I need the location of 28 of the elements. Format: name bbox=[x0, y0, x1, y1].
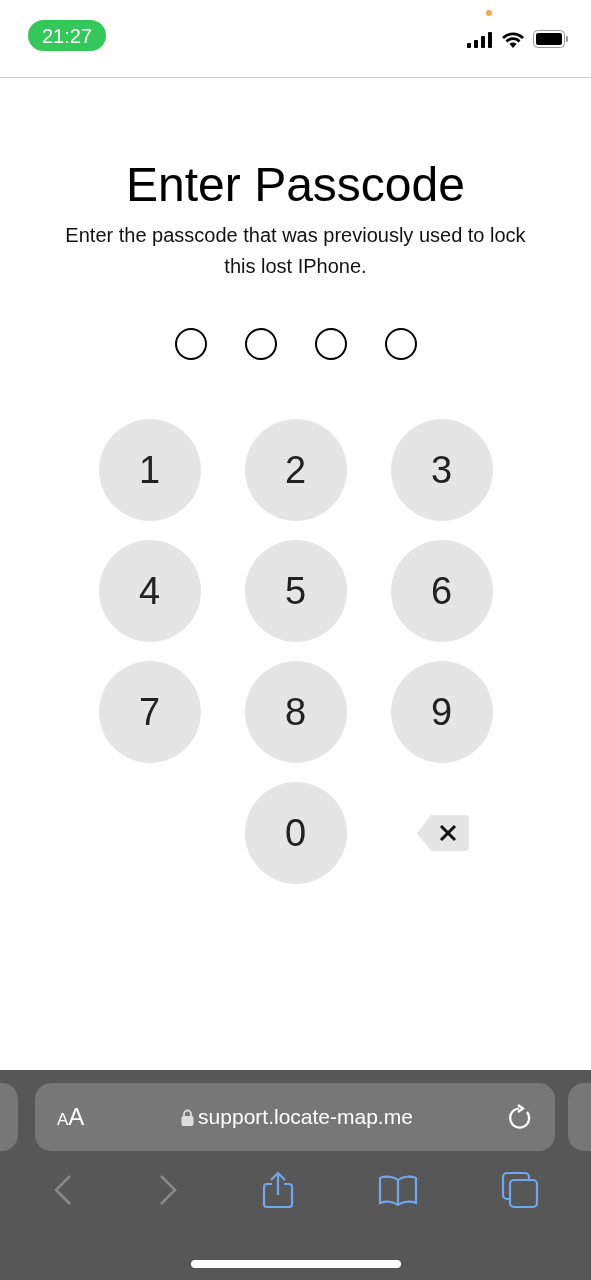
keypad-key[interactable]: 7 bbox=[98, 661, 201, 763]
keypad-key[interactable]: 3 bbox=[390, 419, 493, 521]
keypad-key[interactable]: 6 bbox=[390, 540, 493, 642]
keypad-key[interactable]: 8 bbox=[244, 661, 347, 763]
delete-button[interactable] bbox=[416, 815, 469, 851]
book-icon[interactable] bbox=[377, 1174, 418, 1206]
battery-icon bbox=[533, 30, 569, 48]
reload-icon[interactable] bbox=[507, 1103, 533, 1131]
keypad-key[interactable]: 9 bbox=[390, 661, 493, 763]
keypad-key[interactable]: 4 bbox=[98, 540, 201, 642]
adjacent-tab[interactable] bbox=[568, 1083, 591, 1151]
keypad-key[interactable]: 5 bbox=[244, 540, 347, 642]
share-icon[interactable] bbox=[262, 1171, 295, 1209]
signal-icon bbox=[467, 32, 493, 48]
keypad-key[interactable]: 0 bbox=[244, 782, 347, 884]
delete-icon bbox=[416, 815, 469, 851]
keypad-key[interactable]: 1 bbox=[98, 419, 201, 521]
status-time: 21:27 bbox=[28, 20, 107, 51]
url-text: support.locate-map.me bbox=[198, 1104, 413, 1131]
tabs-icon[interactable] bbox=[501, 1171, 540, 1209]
keypad-key[interactable]: 2 bbox=[244, 419, 347, 521]
instruction-text: Enter the passcode that was previously used to lock this lost IPhone. bbox=[64, 223, 527, 279]
page-title: Enter Passcode bbox=[126, 157, 465, 213]
lock-icon bbox=[181, 1108, 195, 1126]
address-bar[interactable]: AA support.locate-map.me bbox=[35, 1083, 555, 1151]
adjacent-tab[interactable] bbox=[0, 1083, 18, 1151]
text-size-button[interactable]: AA bbox=[57, 1099, 97, 1135]
wifi-icon bbox=[501, 31, 525, 48]
